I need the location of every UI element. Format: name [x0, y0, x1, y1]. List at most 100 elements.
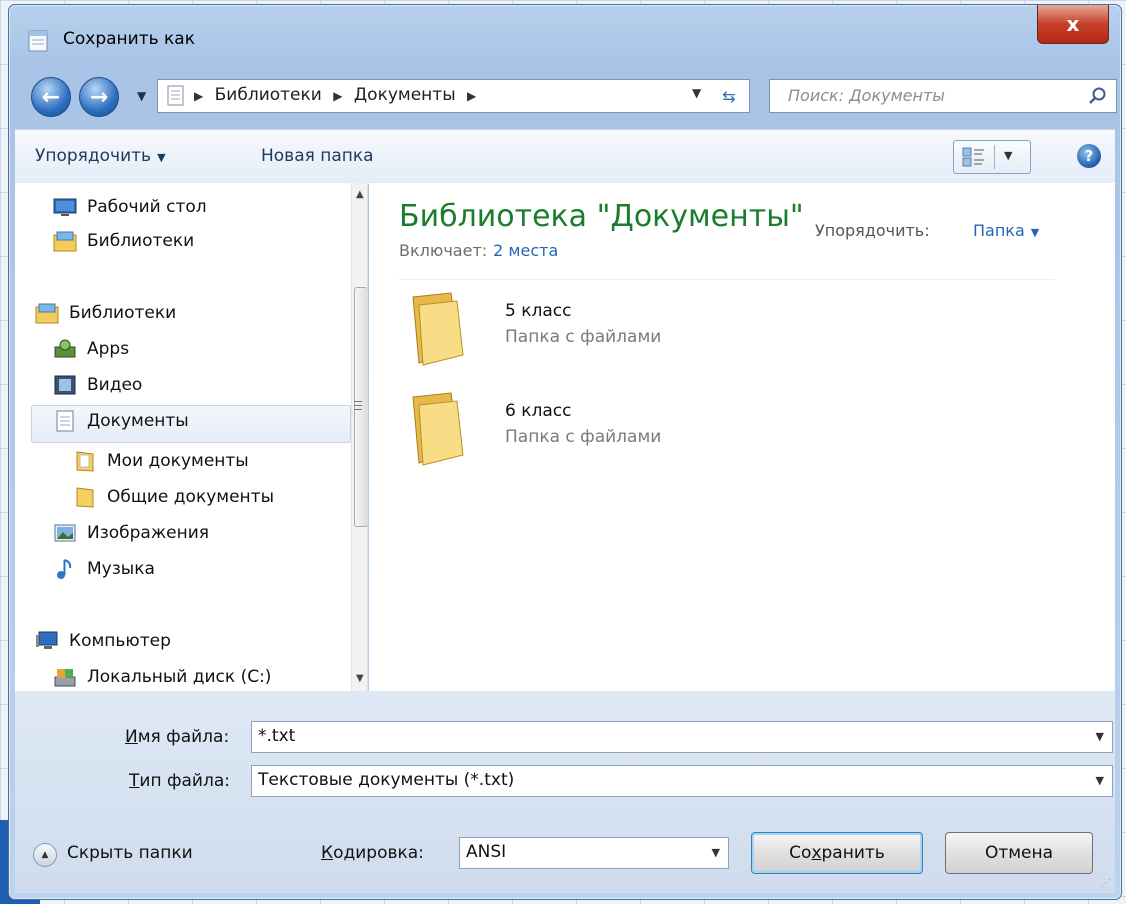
cancel-button[interactable]: Отмена	[945, 832, 1093, 874]
view-separator	[994, 145, 995, 169]
scrollbar-thumb[interactable]	[354, 287, 367, 527]
video-icon	[54, 375, 76, 395]
arrange-by-value: Папка	[973, 221, 1025, 240]
filetype-value: Текстовые документы (*.txt)	[258, 770, 515, 790]
address-bar[interactable]: ▶ Библиотеки ▶ Документы ▶ ▼	[157, 79, 737, 113]
filename-label: Имя файла:	[125, 727, 230, 747]
filetype-dropdown-icon[interactable]: ▼	[1096, 774, 1104, 787]
breadcrumb-libraries[interactable]: Библиотеки	[215, 85, 322, 105]
navigation-bar: ← → ▼ ▶ Библиотеки ▶ Документы ▶ ▼ ⇆ Пои…	[9, 71, 1121, 121]
library-includes: Включает: 2 места	[399, 241, 558, 260]
folder-type: Папка с файлами	[505, 427, 662, 447]
forward-button[interactable]: →	[79, 77, 119, 117]
save-button[interactable]: Со х ранить	[751, 832, 923, 874]
scrollbar-grip	[354, 405, 362, 406]
filetype-select[interactable]: Текстовые документы (*.txt) ▼	[251, 765, 1113, 797]
file-list-pane: Библиотека "Документы" Включает: 2 места …	[369, 183, 1115, 691]
search-icon[interactable]	[1088, 86, 1108, 106]
desktop-icon	[53, 198, 77, 216]
arrange-dropdown-icon: ▼	[1030, 226, 1040, 239]
breadcrumb-separator-icon[interactable]: ▶	[194, 89, 203, 103]
save-as-dialog: Сохранить как x ← → ▼ ▶ Библиотеки ▶ Док…	[8, 4, 1122, 900]
encoding-label: Кодировка:	[321, 843, 424, 863]
hide-folders-label: Скрыть папки	[67, 843, 193, 863]
encoding-select[interactable]: ANSI ▼	[459, 837, 729, 869]
address-dropdown-icon[interactable]: ▼	[692, 86, 701, 100]
arrange-by-dropdown[interactable]: Папка ▼	[973, 221, 1039, 240]
window-title: Сохранить как	[63, 29, 195, 49]
details-view-icon	[962, 147, 984, 167]
folder-icon	[412, 292, 464, 366]
breadcrumb-separator-icon[interactable]: ▶	[467, 89, 476, 103]
command-toolbar: Упорядочить ▼ Новая папка ▼ ?	[15, 129, 1115, 185]
sidebar-item-label: Видео	[87, 375, 143, 395]
sidebar-item-label: Apps	[87, 339, 130, 359]
sidebar-item-label: Изображения	[87, 523, 210, 543]
folder-icon	[76, 487, 94, 508]
help-icon[interactable]: ?	[1077, 144, 1101, 168]
breadcrumb-documents[interactable]: Документы	[354, 85, 456, 105]
scroll-up-icon[interactable]: ▲	[356, 189, 364, 200]
library-title: Библиотека "Документы"	[399, 199, 804, 234]
title-bar[interactable]: Сохранить как x	[9, 5, 1121, 71]
scroll-down-icon[interactable]: ▼	[356, 673, 364, 684]
resize-grip-icon[interactable]: ⋰	[1101, 878, 1111, 889]
libraries-icon	[35, 303, 59, 324]
filename-input[interactable]: *.txt ▼	[251, 721, 1113, 753]
folder-item[interactable]: 5 класс Папка с файлами	[409, 291, 809, 371]
navigation-scrollbar[interactable]: ▲ ▼	[351, 183, 367, 691]
selected-item-highlight	[31, 405, 351, 443]
scrollbar-grip	[354, 409, 362, 410]
search-box[interactable]: Поиск: Документы	[769, 79, 1117, 113]
includes-locations-link[interactable]: 2 места	[493, 241, 558, 260]
search-input[interactable]: Поиск: Документы	[788, 86, 945, 105]
close-icon: x	[1066, 12, 1080, 36]
encoding-dropdown-icon[interactable]: ▼	[712, 846, 720, 859]
folder-icon	[76, 451, 94, 472]
folder-name: 5 класс	[505, 301, 572, 321]
folder-type: Папка с файлами	[505, 327, 662, 347]
view-options-button[interactable]: ▼	[953, 140, 1031, 174]
documents-icon	[56, 410, 74, 432]
folder-item[interactable]: 6 класс Папка с файлами	[409, 391, 809, 471]
save-form: Имя файла: *.txt ▼ Тип файла: Текстовые …	[15, 691, 1115, 893]
pictures-icon	[54, 524, 76, 542]
includes-label: Включает:	[399, 241, 488, 260]
organize-label: Упорядочить	[35, 146, 152, 166]
sidebar-item-label: Общие документы	[107, 487, 274, 507]
view-dropdown-icon[interactable]: ▼	[1004, 149, 1012, 162]
documents-location-icon	[167, 85, 184, 106]
filename-dropdown-icon[interactable]: ▼	[1096, 730, 1104, 743]
new-folder-button[interactable]: Новая папка	[261, 146, 374, 166]
breadcrumb: ▶ Библиотеки ▶ Документы ▶	[194, 85, 482, 105]
sidebar-item-label: Библиотеки	[69, 303, 177, 323]
sidebar-item-label: Мои документы	[107, 451, 249, 471]
refresh-button[interactable]: ⇆	[709, 79, 750, 113]
recent-locations-dropdown-icon[interactable]: ▼	[137, 89, 146, 103]
back-button[interactable]: ←	[31, 77, 71, 117]
filetype-label: Тип файла:	[129, 771, 230, 791]
sidebar-item-label: Музыка	[87, 559, 155, 579]
back-arrow-icon: ←	[41, 84, 61, 110]
sidebar-item-label: Локальный диск (C:)	[87, 667, 272, 687]
collapse-up-icon: ▲	[33, 843, 57, 867]
encoding-value: ANSI	[466, 842, 507, 862]
apps-icon	[54, 339, 76, 358]
breadcrumb-separator-icon[interactable]: ▶	[333, 89, 342, 103]
sidebar-item-label: Компьютер	[69, 631, 171, 651]
header-divider	[399, 279, 1055, 280]
sidebar-item-label: Рабочий стол	[87, 197, 207, 217]
libraries-icon	[53, 231, 77, 252]
organize-button[interactable]: Упорядочить ▼	[35, 146, 166, 166]
forward-arrow-icon: →	[89, 84, 109, 110]
close-button[interactable]: x	[1037, 5, 1109, 44]
scrollbar-grip	[354, 401, 362, 402]
navigation-pane: Рабочий стол Библиотеки Библиотеки Apps …	[15, 183, 368, 691]
arrange-by-label: Упорядочить:	[815, 221, 930, 240]
folder-icon	[412, 392, 464, 466]
music-icon	[57, 559, 72, 579]
refresh-icon: ⇆	[722, 86, 736, 106]
disk-icon	[54, 669, 76, 687]
notepad-icon	[28, 30, 48, 52]
filename-value: *.txt	[258, 726, 296, 746]
